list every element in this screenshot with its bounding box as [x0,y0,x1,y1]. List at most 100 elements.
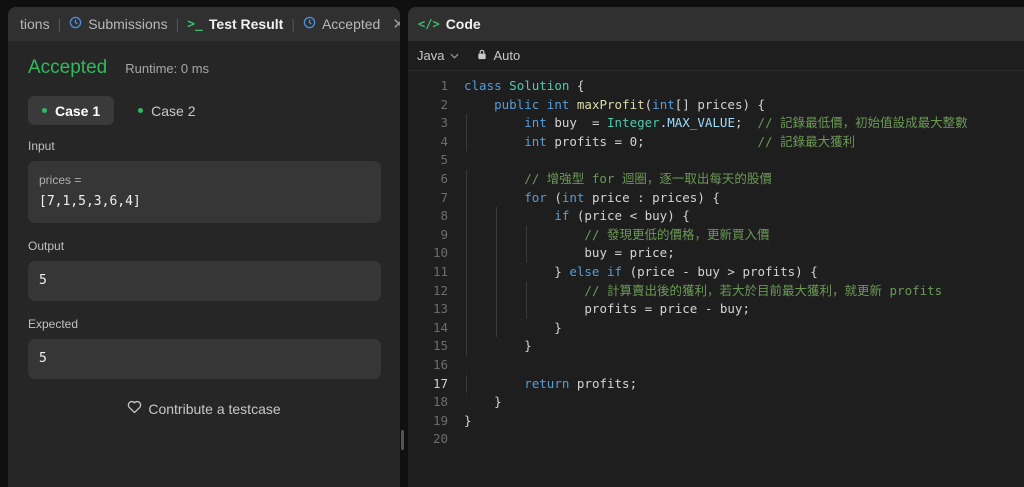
code-line[interactable]: 10 buy = price; [408,244,1024,263]
test-result-panel: tions | Submissions | >_ Test Result | A… [8,7,400,487]
code-text: } else if (price - buy > profits) { [464,263,818,279]
tab-separator: | [57,16,62,32]
expected-value: 5 [39,351,47,366]
code-line[interactable]: 5 [408,151,1024,170]
code-text: // 發現更低的價格，更新買入價 [584,226,770,242]
line-number: 2 [440,96,448,112]
line-number: 4 [440,133,448,149]
output-box[interactable]: 5 [28,261,381,301]
auto-mode-toggle[interactable]: Auto [477,48,520,63]
line-number: 15 [432,338,448,354]
code-text: } [464,338,532,354]
line-number: 6 [440,170,448,186]
code-line[interactable]: 19} [408,412,1024,431]
line-number: 18 [432,394,448,410]
line-number: 9 [440,226,448,242]
code-line[interactable]: 6 // 增強型 for 迴圈，逐一取出每天的股價 [408,169,1024,189]
terminal-icon: >_ [187,16,203,32]
code-line[interactable]: 9 // 發現更低的價格，更新買入價 [408,225,1024,245]
line-number: 10 [432,245,448,261]
input-box[interactable]: prices = [7,1,5,3,6,4] [28,161,381,223]
line-number: 3 [440,115,448,131]
panel-resize-handle[interactable] [401,430,404,450]
code-text: int profits = 0; // 記錄最大獲利 [524,133,856,149]
left-tab-bar: tions | Submissions | >_ Test Result | A… [8,7,400,41]
code-line[interactable]: 17 return profits; [408,374,1024,394]
code-line[interactable]: 12 // 計算賣出後的獲利，若大於目前最大獲利，就更新 profits [408,281,1024,301]
case-1-label: Case 1 [55,102,101,119]
history-icon [303,16,316,33]
code-text: // 計算賣出後的獲利，若大於目前最大獲利，就更新 profits [584,282,943,298]
code-line[interactable]: 14 } [408,318,1024,338]
input-value: [7,1,5,3,6,4] [39,194,141,209]
expected-box[interactable]: 5 [28,339,381,379]
line-number: 12 [432,282,448,298]
line-number: 17 [432,375,448,391]
runtime-text: Runtime: 0 ms [125,61,210,76]
tab-submissions[interactable]: Submissions [63,16,173,33]
tab-accepted-label: Accepted [321,16,381,32]
history-icon [69,16,82,33]
code-line[interactable]: 7 for (int price : prices) { [408,188,1024,208]
language-select[interactable]: Java [417,48,459,63]
close-icon[interactable]: ✕ [392,15,400,33]
result-header: Accepted Runtime: 0 ms [28,57,209,79]
heart-icon [127,400,142,417]
code-line[interactable]: 11 } else if (price - buy > profits) { [408,262,1024,282]
case-2-tab[interactable]: Case 2 [124,96,209,125]
code-panel: </> Code Java Auto 1 class Solution { 2 pu… [408,7,1024,487]
input-label: Input [28,139,55,153]
contribute-testcase-button[interactable]: Contribute a testcase [8,400,400,417]
tab-separator: | [291,16,295,32]
pass-dot-icon [42,108,47,113]
line-number: 13 [432,301,448,317]
input-variable-name: prices = [39,173,82,187]
line-number: 5 [440,152,448,168]
tab-solutions[interactable]: tions [14,16,56,32]
pass-dot-icon [138,108,144,113]
case-2-label: Case 2 [151,102,196,119]
case-tabs: Case 1 Case 2 [28,96,210,125]
code-line[interactable]: 16 [408,356,1024,375]
case-1-tab[interactable]: Case 1 [28,96,115,125]
line-number: 16 [432,356,448,372]
code-line[interactable]: 13 profits = price - buy; [408,300,1024,319]
code-line[interactable]: 3 int buy = Integer.MAX_VALUE; // 記錄最低價，… [408,114,1024,133]
editor-toolbar: Java Auto [408,41,1024,71]
tab-solutions-label: tions [20,16,50,32]
expected-label: Expected [28,317,79,331]
line-number: 7 [440,189,448,205]
code-panel-header: </> Code [408,7,1024,41]
line-number: 1 [440,78,448,93]
code-text: public int maxProfit(int[] prices) { [494,96,766,112]
code-line[interactable]: 2 public int maxProfit(int[] prices) { [408,96,1024,115]
lock-icon [477,48,487,63]
code-line[interactable]: 18 } [408,393,1024,412]
output-value: 5 [39,273,47,288]
code-text: class Solution { [464,78,585,93]
code-text: } [464,394,502,410]
tab-test-result-label: Test Result [208,16,284,32]
tab-accepted[interactable]: Accepted ✕ [297,15,400,33]
line-number: 14 [432,319,448,335]
line-number: 20 [432,431,448,447]
code-line[interactable]: 20 [408,430,1024,449]
output-label: Output [28,239,65,253]
contribute-label: Contribute a testcase [148,400,281,417]
code-editor[interactable]: 1 class Solution { 2 public int maxProfit(… [408,77,1024,449]
line-number: 11 [432,263,448,279]
code-text: int buy = Integer.MAX_VALUE; // 記錄最低價，初始… [524,115,968,131]
tab-separator: | [175,16,180,32]
code-line[interactable]: 8 if (price < buy) { [408,207,1024,226]
tab-test-result[interactable]: >_ Test Result [181,16,289,32]
line-number: 8 [440,208,448,224]
code-line[interactable]: 1 class Solution { [408,77,1024,96]
code-line[interactable]: 4 int profits = 0; // 記錄最大獲利 [408,132,1024,152]
code-text: } [464,412,472,428]
chevron-down-icon [450,51,459,61]
language-label: Java [417,48,445,63]
code-line[interactable]: 15 } [408,337,1024,356]
code-text: return profits; [524,375,638,391]
mode-label: Auto [493,48,521,63]
code-panel-title: Code [445,16,481,32]
